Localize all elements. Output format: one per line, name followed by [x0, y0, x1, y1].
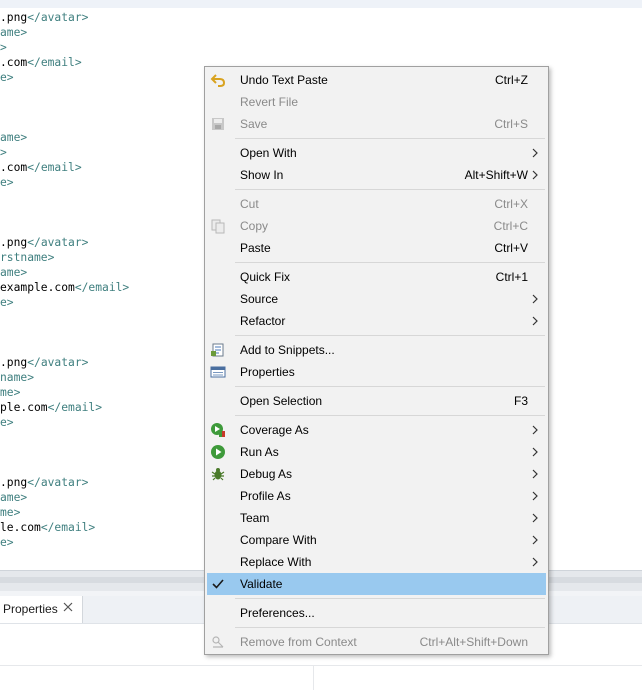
chevron-right-icon: [532, 447, 538, 457]
menu-item-replace-with[interactable]: Replace With: [207, 551, 546, 573]
chevron-right-icon: [532, 316, 538, 326]
menu-separator: [235, 335, 545, 336]
code-line[interactable]: .com</email>: [0, 160, 82, 175]
code-line[interactable]: e>: [0, 535, 14, 550]
code-line[interactable]: ame>: [0, 25, 27, 40]
code-line[interactable]: me>: [0, 385, 20, 400]
menu-item-run-as[interactable]: Run As: [207, 441, 546, 463]
properties-icon: [210, 366, 226, 378]
menu-separator: [235, 138, 545, 139]
code-line[interactable]: e>: [0, 415, 14, 430]
code-line[interactable]: ame>: [0, 130, 27, 145]
menu-item-properties[interactable]: Properties: [207, 361, 546, 383]
code-line[interactable]: rstname>: [0, 250, 54, 265]
menu-item-revert-file[interactable]: Revert File: [207, 91, 546, 113]
menu-item-undo-text-paste[interactable]: Undo Text Paste Ctrl+Z: [207, 69, 546, 91]
menu-item-add-to-snippets[interactable]: Add to Snippets...: [207, 339, 546, 361]
chevron-right-icon: [532, 148, 538, 158]
menu-item-refactor[interactable]: Refactor: [207, 310, 546, 332]
menu-separator: [235, 598, 545, 599]
code-line[interactable]: le.com</email>: [0, 520, 95, 535]
chevron-right-icon: [532, 513, 538, 523]
menu-item-source[interactable]: Source: [207, 288, 546, 310]
debug-bug-icon: [211, 468, 225, 481]
remove-context-icon: [212, 636, 224, 648]
code-line[interactable]: ame>: [0, 265, 27, 280]
menu-item-debug-as[interactable]: Debug As: [207, 463, 546, 485]
tab-properties-label: Properties: [3, 602, 58, 616]
menu-separator: [235, 262, 545, 263]
chevron-right-icon: [532, 535, 538, 545]
code-line[interactable]: example.com</email>: [0, 280, 129, 295]
menu-item-quick-fix[interactable]: Quick Fix Ctrl+1: [207, 266, 546, 288]
undo-icon: [210, 74, 226, 87]
menu-item-remove-from-context[interactable]: Remove from Context Ctrl+Alt+Shift+Down: [207, 631, 546, 653]
chevron-right-icon: [532, 294, 538, 304]
menu-item-compare-with[interactable]: Compare With: [207, 529, 546, 551]
code-line[interactable]: e>: [0, 295, 14, 310]
chevron-right-icon: [532, 425, 538, 435]
menu-item-open-with[interactable]: Open With: [207, 142, 546, 164]
menu-item-coverage-as[interactable]: Coverage As: [207, 419, 546, 441]
code-line[interactable]: e>: [0, 70, 14, 85]
menu-separator: [235, 627, 545, 628]
run-icon: [211, 445, 225, 459]
code-line[interactable]: >: [0, 40, 7, 55]
code-line[interactable]: e>: [0, 175, 14, 190]
code-line[interactable]: .com</email>: [0, 55, 82, 70]
close-icon[interactable]: [63, 602, 73, 612]
code-line[interactable]: .png</avatar>: [0, 235, 88, 250]
chevron-right-icon: [532, 557, 538, 567]
copy-icon: [211, 219, 225, 234]
coverage-icon: [211, 423, 225, 437]
code-line[interactable]: name>: [0, 370, 34, 385]
menu-separator: [235, 415, 545, 416]
code-line[interactable]: ple.com</email>: [0, 400, 102, 415]
code-line[interactable]: .png</avatar>: [0, 10, 88, 25]
menu-item-copy[interactable]: Copy Ctrl+C: [207, 215, 546, 237]
snippets-icon: [211, 343, 224, 357]
menu-item-profile-as[interactable]: Profile As: [207, 485, 546, 507]
menu-item-validate[interactable]: Validate: [207, 573, 546, 595]
menu-item-show-in[interactable]: Show In Alt+Shift+W: [207, 164, 546, 186]
panel-column-divider: [313, 665, 314, 690]
code-line[interactable]: .png</avatar>: [0, 475, 88, 490]
chevron-right-icon: [532, 170, 538, 180]
menu-item-save[interactable]: Save Ctrl+S: [207, 113, 546, 135]
editor-top-strip: [0, 0, 642, 8]
menu-item-cut[interactable]: Cut Ctrl+X: [207, 193, 546, 215]
code-line[interactable]: .png</avatar>: [0, 355, 88, 370]
context-menu: Undo Text Paste Ctrl+Z Revert File Save …: [204, 66, 549, 655]
menu-item-open-selection[interactable]: Open Selection F3: [207, 390, 546, 412]
code-line[interactable]: me>: [0, 505, 20, 520]
chevron-right-icon: [532, 491, 538, 501]
menu-separator: [235, 189, 545, 190]
chevron-right-icon: [532, 469, 538, 479]
code-line[interactable]: ame>: [0, 490, 27, 505]
menu-separator: [235, 386, 545, 387]
menu-item-preferences[interactable]: Preferences...: [207, 602, 546, 624]
panel-divider: [0, 665, 642, 666]
checkbox-checked-icon: [212, 579, 224, 589]
menu-item-team[interactable]: Team: [207, 507, 546, 529]
menu-item-paste[interactable]: Paste Ctrl+V: [207, 237, 546, 259]
save-icon: [212, 118, 224, 130]
tab-properties[interactable]: Properties: [0, 596, 83, 623]
code-line[interactable]: >: [0, 145, 7, 160]
